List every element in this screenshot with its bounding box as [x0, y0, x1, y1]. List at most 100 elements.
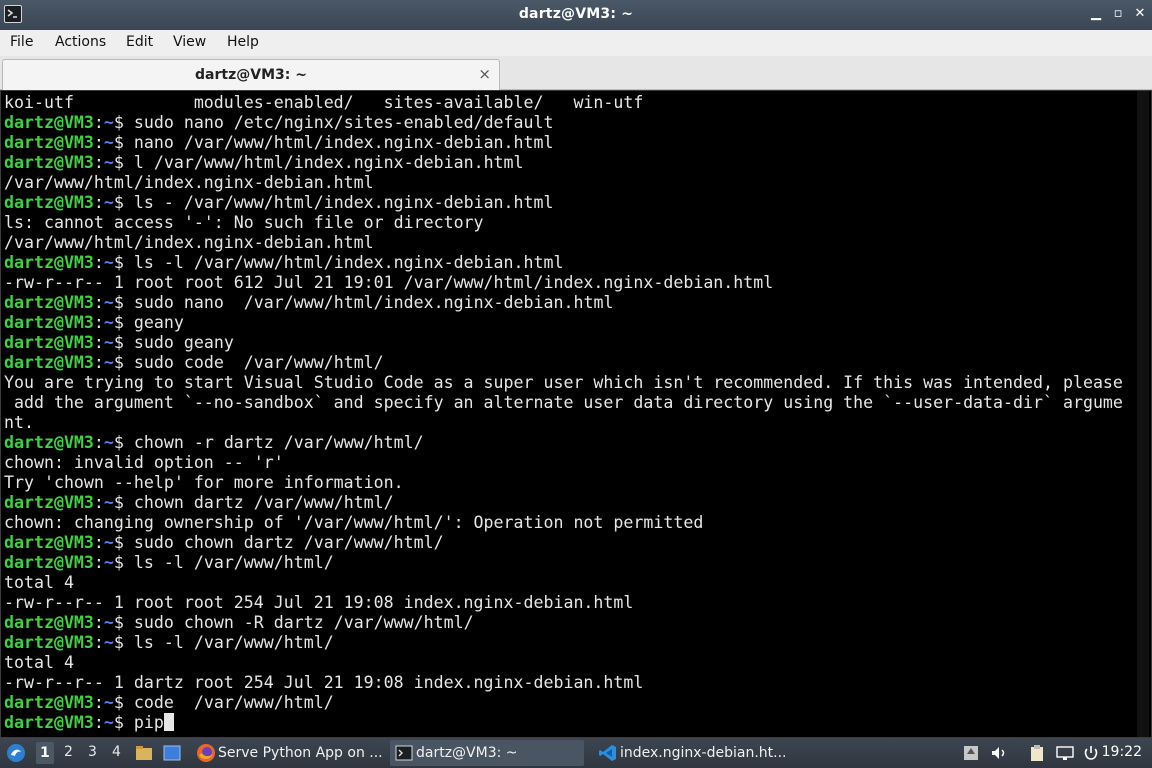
menu-help[interactable]: Help: [227, 34, 259, 50]
workspace-2[interactable]: 2: [64, 744, 73, 760]
workspace-3[interactable]: 3: [88, 744, 97, 760]
prompt-symbol: $: [113, 253, 134, 272]
prompt-separator: :: [93, 493, 104, 512]
prompt-user-host: dartz@VM3: [4, 533, 94, 552]
task-label: index.nginx-debian.ht...: [620, 745, 787, 761]
terminal-output-line: /var/www/html/index.nginx-debian.html: [4, 173, 1132, 193]
command-text: sudo geany: [133, 333, 234, 352]
prompt-separator: :: [93, 633, 104, 652]
terminal-command-line: dartz@VM3:~$ code /var/www/html/: [4, 693, 1132, 713]
menu-file[interactable]: File: [10, 34, 33, 50]
tab-close-icon[interactable]: ×: [478, 65, 491, 83]
prompt-path: ~: [103, 693, 114, 712]
close-button[interactable]: ✕: [1132, 6, 1148, 22]
show-desktop-icon[interactable]: [162, 743, 182, 768]
terminal-command-line: dartz@VM3:~$ sudo chown -R dartz /var/ww…: [4, 613, 1132, 633]
workspace-1[interactable]: 1: [36, 742, 54, 764]
arrow-up-icon[interactable]: [962, 744, 980, 762]
command-text: ls -l /var/www/html/index.nginx-debian.h…: [133, 253, 564, 272]
prompt-user-host: dartz@VM3: [4, 553, 94, 572]
prompt-path: ~: [103, 293, 114, 312]
prompt-user-host: dartz@VM3: [4, 253, 94, 272]
prompt-path: ~: [103, 333, 114, 352]
command-text: chown -r dartz /var/www/html/: [133, 433, 424, 452]
prompt-path: ~: [103, 633, 114, 652]
command-text: pip: [133, 713, 164, 732]
terminal-output-line: total 4: [4, 653, 1132, 673]
menu-bar: File Actions Edit View Help: [0, 30, 1152, 56]
output-text: /var/www/html/index.nginx-debian.html: [4, 233, 374, 252]
vscode-icon: [598, 743, 618, 767]
output-text: total 4: [4, 653, 74, 672]
prompt-symbol: $: [113, 493, 134, 512]
prompt-separator: :: [93, 313, 104, 332]
task-terminal[interactable]: dartz@VM3: ~: [390, 740, 584, 766]
prompt-user-host: dartz@VM3: [4, 713, 94, 732]
window-title: dartz@VM3: ~: [518, 6, 634, 22]
prompt-path: ~: [103, 113, 114, 132]
tab-terminal[interactable]: dartz@VM3: ~ ×: [2, 59, 500, 90]
command-text: sudo chown dartz /var/www/html/: [133, 533, 444, 552]
volume-icon[interactable]: [990, 744, 1008, 762]
prompt-path: ~: [103, 253, 114, 272]
output-text: ls: cannot access '-': No such file or d…: [4, 213, 484, 232]
clock[interactable]: 19:22: [1102, 744, 1142, 760]
minimize-button[interactable]: ▁: [1088, 6, 1104, 22]
terminal-output-line: total 4: [4, 573, 1132, 593]
taskbar: 1 2 3 4 Serve Python App on ... dartz@VM…: [0, 738, 1152, 768]
power-manager-icon[interactable]: [1082, 744, 1100, 762]
prompt-path: ~: [103, 133, 114, 152]
command-text: chown dartz /var/www/html/: [133, 493, 394, 512]
tab-label: dartz@VM3: ~: [195, 67, 307, 83]
firefox-icon: [196, 743, 216, 767]
prompt-path: ~: [103, 533, 114, 552]
task-firefox[interactable]: Serve Python App on ...: [192, 740, 384, 766]
clipboard-icon[interactable]: [1028, 744, 1046, 762]
command-text: geany: [133, 313, 184, 332]
menu-edit[interactable]: Edit: [126, 34, 153, 50]
prompt-user-host: dartz@VM3: [4, 113, 94, 132]
prompt-symbol: $: [113, 193, 134, 212]
prompt-path: ~: [103, 433, 114, 452]
output-text: You are trying to start Visual Studio Co…: [4, 373, 1123, 392]
prompt-symbol: $: [113, 633, 134, 652]
start-menu-icon[interactable]: [6, 743, 26, 768]
prompt-separator: :: [93, 293, 104, 312]
terminal-output-line: add the argument `--no-sandbox` and spec…: [4, 393, 1132, 413]
prompt-symbol: $: [113, 433, 134, 452]
output-text: /var/www/html/index.nginx-debian.html: [4, 173, 374, 192]
prompt-user-host: dartz@VM3: [4, 633, 94, 652]
output-text: -rw-r--r-- 1 root root 254 Jul 21 19:08 …: [4, 593, 634, 612]
network-icon[interactable]: [1056, 744, 1074, 762]
terminal-output-line: -rw-r--r-- 1 root root 254 Jul 21 19:08 …: [4, 593, 1132, 613]
task-label: Serve Python App on ...: [218, 745, 383, 761]
prompt-user-host: dartz@VM3: [4, 313, 94, 332]
window-titlebar[interactable]: dartz@VM3: ~ ▁ ▫ ✕: [0, 0, 1152, 30]
prompt-path: ~: [103, 493, 114, 512]
terminal-command-line: dartz@VM3:~$ ls -l /var/www/html/: [4, 633, 1132, 653]
terminal-output-line: -rw-r--r-- 1 root root 612 Jul 21 19:01 …: [4, 273, 1132, 293]
prompt-user-host: dartz@VM3: [4, 493, 94, 512]
terminal-command-line: dartz@VM3:~$ l /var/www/html/index.nginx…: [4, 153, 1132, 173]
maximize-button[interactable]: ▫: [1110, 6, 1126, 22]
terminal-icon: [395, 744, 413, 766]
terminal-output-line: -rw-r--r-- 1 dartz root 254 Jul 21 19:08…: [4, 673, 1132, 693]
prompt-user-host: dartz@VM3: [4, 693, 94, 712]
output-text: chown: invalid option -- 'r': [4, 453, 284, 472]
task-vscode[interactable]: index.nginx-debian.ht...: [594, 740, 790, 766]
terminal-scrollbar[interactable]: [1137, 91, 1149, 737]
prompt-user-host: dartz@VM3: [4, 293, 94, 312]
file-manager-icon[interactable]: [134, 743, 154, 768]
prompt-symbol: $: [113, 333, 134, 352]
command-text: code /var/www/html/: [133, 693, 334, 712]
command-text: sudo nano /etc/nginx/sites-enabled/defau…: [133, 113, 554, 132]
terminal-command-line: dartz@VM3:~$ sudo chown dartz /var/www/h…: [4, 533, 1132, 553]
terminal-output-line: /var/www/html/index.nginx-debian.html: [4, 233, 1132, 253]
prompt-user-host: dartz@VM3: [4, 193, 94, 212]
menu-actions[interactable]: Actions: [55, 34, 106, 50]
workspace-4[interactable]: 4: [112, 744, 121, 760]
prompt-symbol: $: [113, 553, 134, 572]
terminal-view[interactable]: koi-utf modules-enabled/ sites-available…: [0, 90, 1152, 738]
menu-view[interactable]: View: [173, 34, 206, 50]
terminal-output-line: chown: changing ownership of '/var/www/h…: [4, 513, 1132, 533]
